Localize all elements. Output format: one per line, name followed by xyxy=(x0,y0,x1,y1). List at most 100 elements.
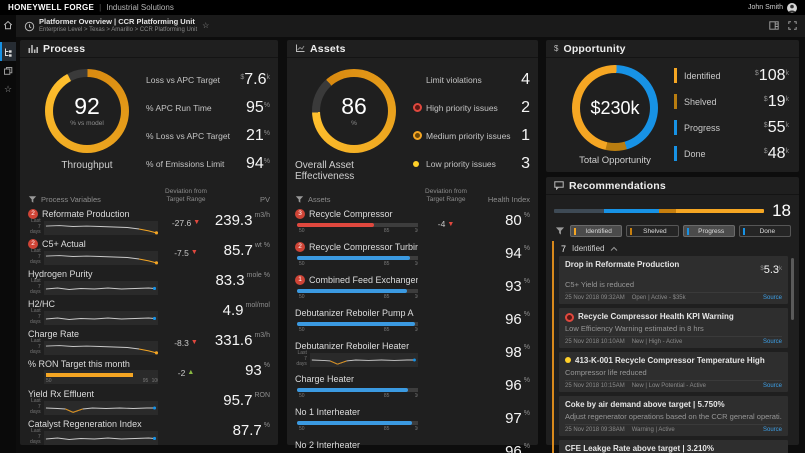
legend-color xyxy=(674,94,677,109)
group-header[interactable]: 7 Identified xyxy=(554,241,795,256)
kpi-row: % APC Run Time 95% xyxy=(146,95,270,120)
chevron-up-icon[interactable] xyxy=(610,246,618,252)
recommendation-card[interactable]: 413-K-001 Recycle Compressor Temperature… xyxy=(559,352,788,392)
asset-row[interactable]: Charge Heater 5085100 96% xyxy=(287,373,538,406)
process-variable-row[interactable]: Catalyst Regeneration Index Last 7 days … xyxy=(20,418,278,448)
process-variable-row[interactable]: Charge Rate Last 7 days -8.3▼ 331.6m3/h xyxy=(20,328,278,358)
scrollbar-thumb[interactable] xyxy=(791,258,794,320)
health-bar: 5085100 xyxy=(297,286,418,300)
health-bar: 5085100 xyxy=(297,253,418,267)
avatar[interactable] xyxy=(787,3,797,13)
legend-color xyxy=(674,120,677,135)
process-variable-row[interactable]: 2C5+ Actual Last 7 days -7.5▼ 85.7wt % xyxy=(20,238,278,268)
breadcrumb-path[interactable]: Enterprise Level > Texas > Amarillo > CC… xyxy=(39,27,197,34)
total-opportunity-donut: $230k xyxy=(572,65,658,151)
health-bar: 5085100 xyxy=(297,319,418,333)
overview-icon[interactable] xyxy=(24,21,35,32)
kpi-value: 3 xyxy=(521,155,530,173)
filter-chip-shelved[interactable]: Shelved xyxy=(626,225,678,237)
medium-priority-icon xyxy=(413,131,422,140)
panel-title: Recommendations xyxy=(569,180,666,192)
legend-row[interactable]: Shelved $19k xyxy=(674,90,789,114)
brand-logo: HONEYWELL FORGE xyxy=(8,3,94,12)
recommendations-panel: Recommendations 18 Identified Shelved Pr… xyxy=(546,177,799,445)
card-date: 25 Nov 2018 10:15AM xyxy=(565,383,625,389)
kpi-row: Medium priority issues 1 xyxy=(413,123,530,148)
gauge-sublabel: % xyxy=(351,120,357,127)
health-bar: 5085100 xyxy=(297,385,418,399)
process-variable-row[interactable]: 2Reformate Production Last 7 days -27.6▼… xyxy=(20,208,278,238)
legend-row[interactable]: Progress $55k xyxy=(674,116,789,140)
gauge-value: 86 xyxy=(341,95,367,118)
recommendation-list: Drop in Reformate Production $5.3k C5+ Y… xyxy=(554,256,795,453)
sidebar-item-favorites[interactable]: ☆ xyxy=(0,80,16,99)
low-priority-icon xyxy=(413,161,419,167)
recommendations-filters: Identified Shelved Progress Done xyxy=(546,221,799,240)
asset-row[interactable]: Debutanizer Reboiler Pump A 5085100 96% xyxy=(287,307,538,340)
asset-row[interactable]: No 1 Interheater 5085100 97% xyxy=(287,406,538,439)
low-priority-icon xyxy=(565,357,571,363)
asset-row[interactable]: 2Recycle Compressor Turbine 5085100 94% xyxy=(287,241,538,274)
favorite-star-icon[interactable]: ☆ xyxy=(202,22,209,30)
layout-toggle-icon[interactable] xyxy=(769,17,779,35)
process-variable-row[interactable]: Yield Rx Effluent Last 7 days 95.7RON xyxy=(20,388,278,418)
process-panel-header: Process xyxy=(20,40,278,58)
kpi-row: % Loss vs APC Target 21% xyxy=(146,123,270,148)
panel-title: Opportunity xyxy=(563,43,625,55)
ron-target-bar: 50 95 100 xyxy=(44,370,158,384)
recommendation-card[interactable]: Drop in Reformate Production $5.3k C5+ Y… xyxy=(559,256,788,304)
panel-title: Process xyxy=(43,43,85,55)
filter-icon[interactable] xyxy=(295,195,304,204)
process-variable-row[interactable]: Hydrogen Purity Last 7 days 83.3mole % xyxy=(20,268,278,298)
process-variable-row[interactable]: H2/HC Last 7 days 4.9mol/mol xyxy=(20,298,278,328)
sidebar-item-hierarchy[interactable] xyxy=(0,42,16,61)
brand-separator: | xyxy=(99,3,101,12)
bar-chart-icon xyxy=(28,44,38,53)
source-link[interactable]: Source xyxy=(763,295,782,301)
recommendation-card[interactable]: Coke by air demand above target | 5.750%… xyxy=(559,396,788,436)
card-status: New | High - Active xyxy=(632,339,683,345)
asset-row[interactable]: Debutanizer Reboiler Heater Last 7 days … xyxy=(287,340,538,373)
legend-row[interactable]: Done $48k xyxy=(674,142,789,166)
card-status: Open | Active - $35k xyxy=(632,295,686,301)
recommendations-summary: 18 xyxy=(546,195,799,221)
filter-icon[interactable] xyxy=(555,226,565,236)
kpi-row: Limit violations 4 xyxy=(413,67,530,92)
card-status: Warning | Active xyxy=(632,427,675,433)
dollar-icon: $ xyxy=(554,44,558,53)
filter-chip-done[interactable]: Done xyxy=(739,225,791,237)
source-link[interactable]: Source xyxy=(763,339,782,345)
fullscreen-icon[interactable] xyxy=(788,17,797,35)
sidebar-item-pages[interactable] xyxy=(0,61,16,80)
source-link[interactable]: Source xyxy=(763,383,782,389)
filter-icon[interactable] xyxy=(28,195,37,204)
trend-sparkline xyxy=(44,251,158,265)
throughput-gauge: 92 % vs model xyxy=(45,69,129,153)
health-bar: 5085100 xyxy=(297,220,418,234)
home-icon[interactable] xyxy=(0,15,16,34)
legend-row[interactable]: Identified $108k xyxy=(674,64,789,88)
filter-chip-progress[interactable]: Progress xyxy=(683,225,735,237)
source-link[interactable]: Source xyxy=(763,427,782,433)
trend-down-icon: ▼ xyxy=(191,339,198,346)
card-date: 25 Nov 2018 09:32AM xyxy=(565,295,625,301)
asset-row[interactable]: 1Combined Feed Exchanger (Packinox) 5085… xyxy=(287,274,538,307)
assets-table-header: Assets Deviation from Target Range Healt… xyxy=(287,182,538,208)
kpi-row: % of Emissions Limit 94% xyxy=(146,151,270,176)
process-variable-row[interactable]: % RON Target this month 50 95 100 -2▲ 93… xyxy=(20,358,278,388)
recommendation-card[interactable]: Recycle Compressor Health KPI Warning Lo… xyxy=(559,308,788,348)
recommendation-card[interactable]: CFE Leakge Rate above target | 3.210% Co… xyxy=(559,440,788,453)
asset-row[interactable]: No 2 Interheater 5085100 96% xyxy=(287,439,538,453)
legend-value: $19k xyxy=(764,93,789,111)
legend-value: $48k xyxy=(764,145,789,163)
asset-row[interactable]: 3Recycle Compressor 5085100 -4▼ 80% xyxy=(287,208,538,241)
star-icon: ☆ xyxy=(4,85,12,94)
kpi-value: 95% xyxy=(246,99,270,117)
gauge-sublabel: % vs model xyxy=(70,120,104,127)
left-sidebar: ☆ xyxy=(0,15,16,453)
alert-badge: 1 xyxy=(295,275,305,285)
filter-chip-identified[interactable]: Identified xyxy=(570,225,622,237)
gauge-value: 92 xyxy=(74,95,100,118)
trend-down-icon: ▼ xyxy=(191,249,198,256)
identified-group: 7 Identified Drop in Reformate Productio… xyxy=(552,241,795,453)
